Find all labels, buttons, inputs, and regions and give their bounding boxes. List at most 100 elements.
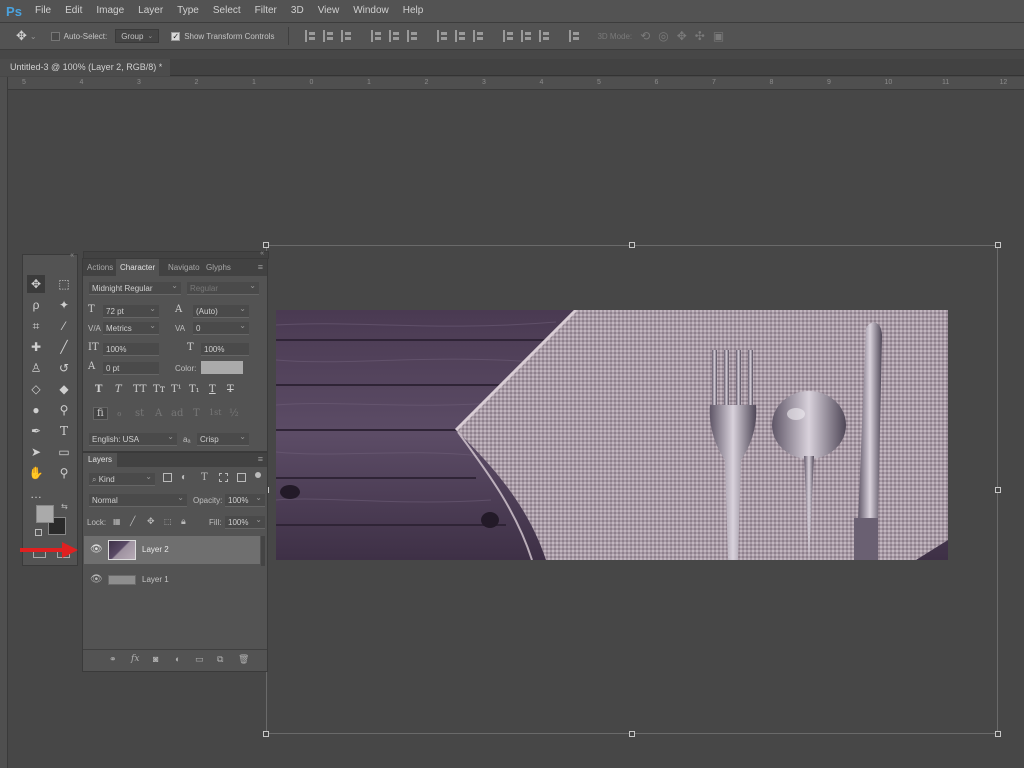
chevron-down-icon[interactable]: ⌄ (30, 32, 37, 41)
menu-type[interactable]: Type (170, 0, 206, 22)
distribute-hcenter-icon[interactable] (521, 30, 532, 42)
lock-all-icon[interactable]: 🔒︎ (181, 516, 186, 527)
3d-pan-icon[interactable]: ✥ (677, 29, 687, 43)
adjustment-icon[interactable]: ◐ (175, 654, 180, 664)
distribute-vcenter-icon[interactable] (455, 30, 466, 42)
font-style-dropdown[interactable]: Regular (187, 279, 259, 295)
titling-alternates-button[interactable]: T (193, 408, 200, 419)
clone-stamp-tool-icon[interactable]: ♙ (27, 359, 45, 377)
3d-rotate-icon[interactable]: ⟲ (640, 29, 650, 43)
layer-row-layer-1[interactable]: 👁︎ Layer 1 (84, 566, 260, 594)
zoom-tool-icon[interactable]: ⚲ (55, 464, 73, 482)
3d-scale-icon[interactable]: ▣ (713, 29, 724, 43)
panel-collapse-icon[interactable]: « (260, 250, 264, 257)
auto-select-checkbox[interactable] (50, 31, 60, 41)
kerning-field[interactable]: Metrics (103, 319, 159, 335)
filter-toggle-icon[interactable] (255, 472, 261, 478)
panel-menu-icon[interactable]: ≡ (258, 262, 263, 272)
horizontal-scale-field[interactable]: 100% (201, 343, 249, 356)
ruler-horizontal[interactable]: 5 4 3 2 1 0 1 2 3 4 5 6 7 8 9 10 11 12 (8, 77, 1024, 90)
lock-transparent-icon[interactable]: ▦ (113, 517, 121, 526)
font-family-dropdown[interactable]: Midnight Regular (89, 279, 181, 295)
more-tools-icon[interactable]: … (27, 485, 45, 503)
ruler-vertical[interactable] (0, 77, 8, 768)
filter-shape-icon[interactable] (219, 473, 228, 482)
lasso-tool-icon[interactable]: ρ (27, 296, 45, 314)
auto-align-layers-icon[interactable] (569, 30, 580, 42)
filter-pixel-icon[interactable] (163, 473, 172, 482)
menu-file[interactable]: File (28, 0, 58, 22)
menu-filter[interactable]: Filter (248, 0, 284, 22)
distribute-left-icon[interactable] (503, 30, 514, 42)
swap-colors-icon[interactable]: ⇆ (61, 502, 68, 511)
fractions-button[interactable]: ½ (229, 408, 239, 419)
auto-select-dropdown[interactable]: Group ⌄ (115, 29, 160, 43)
pen-tool-icon[interactable]: ✒ (27, 422, 45, 440)
strikethrough-button[interactable]: T (227, 384, 234, 395)
layer-2-name[interactable]: Layer 2 (142, 545, 169, 554)
menu-image[interactable]: Image (89, 0, 131, 22)
layer-filter-dropdown[interactable]: ⌕ Kind (89, 470, 155, 486)
eraser-tool-icon[interactable]: ◇ (27, 380, 45, 398)
tools-panel-collapse-icon[interactable]: « (70, 252, 74, 259)
distribute-right-icon[interactable] (539, 30, 550, 42)
move-tool-icon[interactable]: ✥ (27, 275, 45, 293)
opacity-field[interactable]: 100% (225, 491, 265, 507)
small-caps-button[interactable]: Tт (153, 384, 165, 395)
brush-tool-icon[interactable]: ╱ (55, 338, 73, 356)
3d-slide-icon[interactable]: ✣ (695, 29, 705, 43)
dodge-tool-icon[interactable]: ⚲ (55, 401, 73, 419)
eyedropper-tool-icon[interactable]: ⁄ (55, 317, 73, 335)
font-size-field[interactable]: 72 pt (103, 302, 159, 318)
ligatures-button[interactable]: fi (93, 407, 108, 420)
all-caps-button[interactable]: TT (133, 384, 147, 395)
tab-layers[interactable]: Layers (83, 453, 118, 467)
distribute-top-icon[interactable] (437, 30, 448, 42)
tracking-field[interactable]: 0 (193, 319, 249, 335)
faux-bold-button[interactable]: T (95, 384, 102, 395)
blur-tool-icon[interactable]: ● (27, 401, 45, 419)
transform-handle-right[interactable] (995, 487, 1001, 493)
rectangle-tool-icon[interactable]: ▭ (55, 443, 73, 461)
layer-2-image[interactable] (276, 310, 948, 560)
filter-smartobject-icon[interactable] (237, 473, 246, 482)
mask-icon[interactable]: ◙ (153, 654, 158, 664)
transform-handle-bottom-left[interactable] (263, 731, 269, 737)
fx-icon[interactable]: fx (131, 654, 139, 664)
tab-navigator[interactable]: Navigato (168, 259, 200, 276)
vertical-scale-field[interactable]: 100% (103, 343, 159, 356)
transform-handle-top-left[interactable] (263, 242, 269, 248)
text-color-swatch[interactable] (201, 361, 243, 374)
menu-select[interactable]: Select (206, 0, 248, 22)
menu-view[interactable]: View (311, 0, 347, 22)
tab-actions[interactable]: Actions (87, 259, 113, 276)
transform-handle-bottom-right[interactable] (995, 731, 1001, 737)
paint-bucket-tool-icon[interactable]: ◆ (55, 380, 73, 398)
discretionary-ligatures-button[interactable]: st (135, 408, 144, 419)
default-colors-icon[interactable] (35, 529, 42, 536)
document-tab[interactable]: Untitled-3 @ 100% (Layer 2, RGB/8) * (0, 59, 171, 76)
antialias-dropdown[interactable]: Crisp (197, 430, 249, 446)
layers-scrollbar[interactable] (261, 536, 265, 566)
transform-handle-top[interactable] (629, 242, 635, 248)
contextual-alternates-button[interactable]: ℴ (117, 408, 122, 419)
type-tool-icon[interactable]: T (55, 422, 73, 440)
leading-field[interactable]: (Auto) (193, 302, 249, 318)
foreground-color-swatch[interactable] (36, 505, 54, 523)
magic-wand-tool-icon[interactable]: ✦ (55, 296, 73, 314)
lock-artboard-icon[interactable]: ⬚ (164, 517, 172, 526)
tab-character[interactable]: Character (116, 259, 160, 276)
hand-tool-icon[interactable]: ✋ (27, 464, 45, 482)
layer-1-name[interactable]: Layer 1 (142, 575, 169, 584)
history-brush-tool-icon[interactable]: ↺ (55, 359, 73, 377)
lock-position-icon[interactable]: ✥ (147, 516, 155, 527)
align-bottom-edges-icon[interactable] (341, 30, 352, 42)
faux-italic-button[interactable]: T (115, 384, 122, 395)
menu-window[interactable]: Window (346, 0, 396, 22)
align-top-edges-icon[interactable] (305, 30, 316, 42)
swash-button[interactable]: A (155, 408, 162, 419)
ordinals-button[interactable]: 1st (209, 408, 221, 417)
superscript-button[interactable]: T¹ (171, 384, 182, 395)
tab-glyphs[interactable]: Glyphs (206, 259, 231, 276)
lock-image-icon[interactable]: ╱ (130, 516, 135, 527)
